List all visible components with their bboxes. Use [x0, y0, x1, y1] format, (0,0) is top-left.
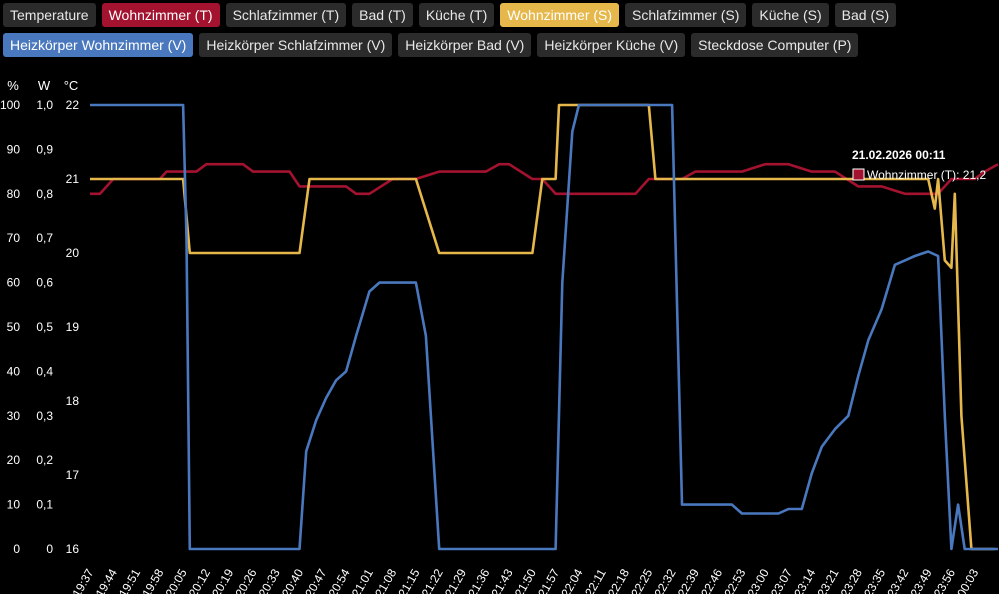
x-tick-label: 21:22 [419, 566, 446, 594]
axis-unit-percent: % [7, 78, 19, 93]
y-tick-watt: 0,6 [36, 276, 53, 290]
x-tick-label: 23:14 [791, 566, 818, 594]
y-tick-celsius: 18 [66, 394, 80, 408]
x-tick-label: 22:39 [675, 566, 702, 594]
x-tick-label: 20:12 [186, 566, 213, 594]
x-tick-label: 00:03 [954, 566, 981, 594]
y-tick-celsius: 22 [66, 98, 80, 112]
x-tick-label: 22:04 [558, 566, 585, 594]
x-tick-label: 23:56 [931, 566, 958, 594]
x-tick-label: 23:28 [838, 566, 865, 594]
y-tick-percent: 10 [7, 498, 21, 512]
tooltip-title: 21.02.2026 00:11 [852, 148, 946, 162]
y-tick-percent: 100 [0, 98, 20, 112]
x-tick-label: 21:29 [442, 566, 469, 594]
y-tick-percent: 80 [7, 187, 21, 201]
y-tick-percent: 0 [13, 542, 20, 556]
y-tick-percent: 30 [7, 409, 21, 423]
x-tick-label: 22:25 [628, 566, 655, 594]
y-tick-celsius: 20 [66, 246, 80, 260]
y-tick-watt: 0,9 [36, 142, 53, 156]
axis-unit-watt: W [38, 78, 51, 93]
x-tick-label: 23:21 [814, 566, 841, 594]
line-chart[interactable]: % W °C10090807060504030201001,00,90,80,70,… [0, 0, 999, 594]
x-tick-label: 20:47 [302, 566, 329, 594]
x-tick-label: 20:54 [326, 566, 353, 594]
y-tick-watt: 0,2 [36, 453, 53, 467]
y-tick-watt: 0,5 [36, 320, 53, 334]
y-tick-watt: 1,0 [36, 98, 53, 112]
x-tick-label: 22:46 [698, 566, 725, 594]
y-tick-watt: 0,1 [36, 498, 53, 512]
x-tick-label: 23:07 [768, 566, 795, 594]
x-tick-label: 19:58 [139, 566, 166, 594]
x-tick-label: 21:36 [465, 566, 492, 594]
y-tick-percent: 50 [7, 320, 21, 334]
y-tick-percent: 20 [7, 453, 21, 467]
axis-unit-celsius: °C [64, 78, 79, 93]
x-tick-label: 23:49 [908, 566, 935, 594]
y-tick-watt: 0,4 [36, 364, 53, 378]
x-tick-label: 20:40 [279, 566, 306, 594]
x-tick-label: 22:18 [605, 566, 632, 594]
y-tick-percent: 40 [7, 364, 21, 378]
y-tick-watt: 0,7 [36, 231, 53, 245]
y-tick-watt: 0,3 [36, 409, 53, 423]
x-tick-label: 23:42 [884, 566, 911, 594]
y-tick-celsius: 21 [66, 172, 80, 186]
y-tick-celsius: 17 [66, 468, 80, 482]
x-tick-label: 19:44 [93, 566, 120, 594]
x-tick-label: 19:37 [69, 566, 96, 594]
y-tick-celsius: 19 [66, 320, 80, 334]
x-tick-label: 20:33 [256, 566, 283, 594]
x-tick-label: 19:51 [116, 566, 143, 594]
x-tick-label: 22:11 [582, 566, 609, 594]
y-tick-percent: 60 [7, 276, 21, 290]
x-tick-label: 20:19 [209, 566, 236, 594]
y-tick-percent: 70 [7, 231, 21, 245]
tooltip-swatch [852, 168, 865, 181]
x-tick-label: 22:32 [652, 566, 679, 594]
x-tick-label: 21:50 [512, 566, 539, 594]
x-tick-label: 21:01 [349, 566, 376, 594]
x-tick-label: 20:26 [232, 566, 259, 594]
y-tick-celsius: 16 [66, 542, 80, 556]
x-tick-label: 22:53 [721, 566, 748, 594]
x-tick-label: 21:15 [395, 566, 422, 594]
x-tick-label: 23:35 [861, 566, 888, 594]
x-tick-label: 21:43 [489, 566, 516, 594]
x-tick-label: 21:57 [535, 566, 562, 594]
y-tick-percent: 90 [7, 142, 21, 156]
x-tick-label: 20:05 [163, 566, 190, 594]
tooltip-label: Wohnzimmer (T): 21,2 [867, 168, 986, 182]
y-tick-watt: 0,8 [36, 187, 53, 201]
y-tick-watt: 0 [46, 542, 53, 556]
x-tick-label: 21:08 [372, 566, 399, 594]
x-tick-label: 23:00 [745, 566, 772, 594]
